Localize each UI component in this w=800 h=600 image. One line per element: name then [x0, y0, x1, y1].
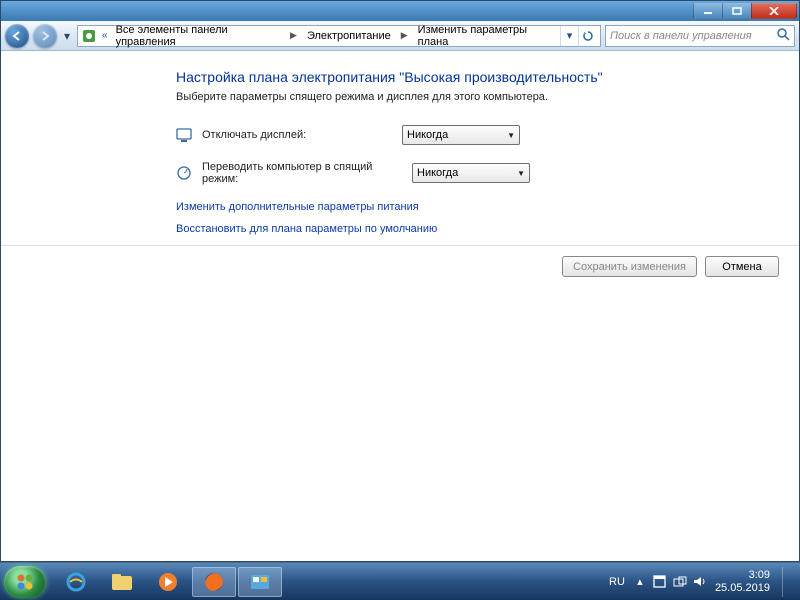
- breadcrumb-item[interactable]: Изменить параметры плана: [416, 24, 554, 48]
- address-buttons: ▾: [560, 26, 596, 46]
- control-panel-window: ▾ « Все элементы панели управления ▶ Эле…: [0, 0, 800, 562]
- search-box[interactable]: Поиск в панели управления: [605, 25, 795, 47]
- back-button[interactable]: [5, 24, 29, 48]
- start-button[interactable]: [4, 566, 46, 598]
- language-indicator[interactable]: RU: [609, 576, 625, 588]
- window-buttons: [694, 3, 797, 19]
- link-list: Изменить дополнительные параметры питани…: [176, 201, 779, 235]
- setting-sleep: Переводить компьютер в спящий режим: Ник…: [176, 161, 779, 185]
- breadcrumb-item[interactable]: Электропитание: [305, 30, 393, 42]
- chevron-down-icon: ▼: [517, 169, 525, 178]
- windows-logo-icon: [15, 572, 35, 592]
- tray-icons: ▴: [633, 575, 707, 589]
- page-title: Настройка плана электропитания "Высокая …: [176, 69, 779, 85]
- advanced-settings-link[interactable]: Изменить дополнительные параметры питани…: [176, 201, 779, 213]
- taskbar-control-panel[interactable]: [238, 567, 282, 597]
- show-hidden-icons[interactable]: ▴: [633, 575, 647, 589]
- taskbar-clock[interactable]: 3:09 25.05.2019: [715, 569, 770, 595]
- sleep-icon: [176, 165, 192, 181]
- page-subtitle: Выберите параметры спящего режима и дисп…: [176, 91, 779, 103]
- combo-value: Никогда: [417, 167, 458, 179]
- restore-defaults-link[interactable]: Восстановить для плана параметры по умол…: [176, 223, 779, 235]
- search-icon[interactable]: [776, 27, 790, 44]
- combo-value: Никогда: [407, 129, 448, 141]
- search-placeholder: Поиск в панели управления: [610, 30, 752, 42]
- content-area: Настройка плана электропитания "Высокая …: [1, 51, 799, 561]
- taskbar-media-player[interactable]: [146, 567, 190, 597]
- maximize-button[interactable]: [722, 3, 752, 19]
- button-row: Сохранить изменения Отмена: [176, 256, 779, 289]
- setting-label: Переводить компьютер в спящий режим:: [202, 161, 402, 185]
- close-button[interactable]: [751, 3, 797, 19]
- display-timeout-combo[interactable]: Никогда ▼: [402, 125, 520, 145]
- titlebar: [1, 1, 799, 21]
- address-bar[interactable]: « Все элементы панели управления ▶ Элект…: [77, 25, 601, 47]
- setting-label: Отключать дисплей:: [202, 129, 392, 141]
- chevron-down-icon: ▼: [507, 131, 515, 140]
- address-dropdown[interactable]: ▾: [560, 26, 578, 46]
- forward-button[interactable]: [33, 24, 57, 48]
- volume-icon[interactable]: [693, 575, 707, 589]
- navigation-bar: ▾ « Все элементы панели управления ▶ Эле…: [1, 21, 799, 51]
- show-desktop-button[interactable]: [782, 567, 790, 597]
- history-dropdown[interactable]: ▾: [61, 29, 73, 43]
- system-tray: RU ▴ 3:09 25.05.2019: [609, 567, 796, 597]
- taskbar[interactable]: RU ▴ 3:09 25.05.2019: [0, 562, 800, 600]
- refresh-button[interactable]: [578, 26, 596, 46]
- sleep-timeout-combo[interactable]: Никогда ▼: [412, 163, 530, 183]
- chevron-right-icon[interactable]: ▶: [288, 30, 299, 41]
- taskbar-explorer[interactable]: [100, 567, 144, 597]
- control-panel-icon: [82, 29, 96, 43]
- taskbar-firefox[interactable]: [192, 567, 236, 597]
- setting-turn-off-display: Отключать дисплей: Никогда ▼: [176, 125, 779, 145]
- network-icon[interactable]: [673, 575, 687, 589]
- display-icon: [176, 127, 192, 143]
- cancel-button[interactable]: Отмена: [705, 256, 779, 277]
- taskbar-ie[interactable]: [54, 567, 98, 597]
- chevron-right-icon[interactable]: ▶: [399, 30, 410, 41]
- clock-time: 3:09: [715, 569, 770, 582]
- breadcrumb-recent[interactable]: «: [102, 30, 108, 41]
- minimize-button[interactable]: [693, 3, 723, 19]
- action-center-icon[interactable]: [653, 575, 667, 589]
- breadcrumb-item[interactable]: Все элементы панели управления: [114, 24, 282, 48]
- divider: [1, 245, 799, 246]
- clock-date: 25.05.2019: [715, 582, 770, 595]
- save-button[interactable]: Сохранить изменения: [562, 256, 697, 277]
